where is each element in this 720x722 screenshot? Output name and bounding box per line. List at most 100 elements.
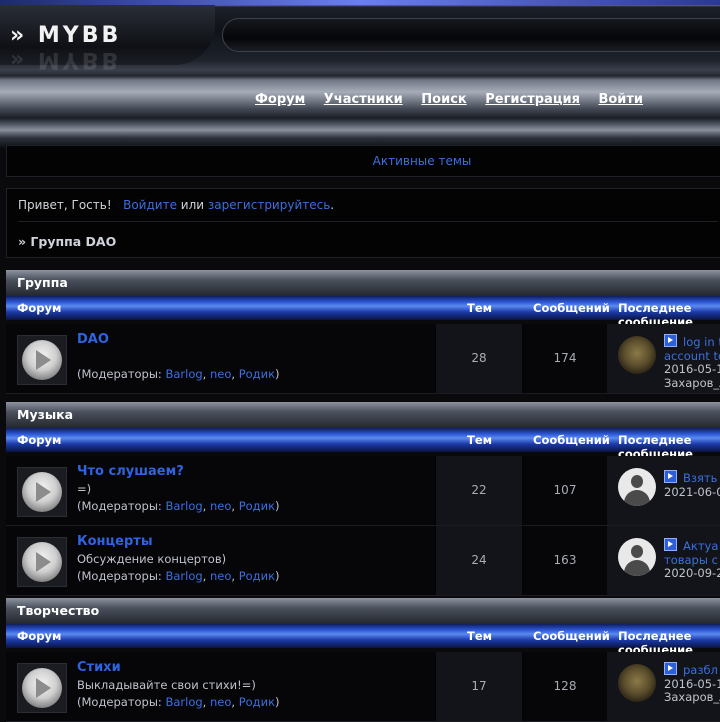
moderator-link[interactable]: Barlog [165,569,202,583]
last-post-date: 2020-09-2 [664,566,720,580]
col-forum: Форум [17,301,62,315]
go-to-post-icon[interactable] [664,662,677,675]
moderator-link[interactable]: neo [210,367,231,381]
nav-login-link[interactable]: Войти [598,92,643,107]
forum-name[interactable]: DAO [77,332,109,347]
last-post: разбл 2016-05-1 Захаров_А [607,652,720,721]
last-post: log in t account to 2016-05-1 Захаров_А [607,324,720,393]
site-logo[interactable]: » MYBB [10,23,121,48]
site-header: » MYBB » MYBB Форум Участники Поиск Реги… [0,0,720,148]
column-header: Форум Тем Сообщений Последнее сообщение [6,296,720,329]
topics-count: 22 [436,456,522,525]
messages-count: 174 [523,324,607,393]
forum-row: Что слушаем? =) (Модераторы: Barlog, neo… [6,456,720,526]
last-post-date: 2016-05-1 [664,362,720,376]
forum-name[interactable]: Концерты [77,534,153,549]
nav-register-link[interactable]: Регистрация [485,92,580,107]
topics-count: 28 [436,324,522,393]
column-header: Форум Тем Сообщений Последнее сообщение [6,624,720,657]
last-post-date: 2016-05-1 [664,676,720,691]
logo-area[interactable]: » MYBB » MYBB [0,5,215,72]
forum-name[interactable]: Что слушаем? [77,464,184,479]
moderators-label: (Модераторы: [77,367,162,381]
active-topics-link[interactable]: Активные темы [263,154,472,168]
user-avatar[interactable] [618,468,656,506]
messages-count: 107 [523,456,607,525]
go-to-post-icon[interactable] [664,334,677,347]
last-post-link[interactable]: Взять [683,471,717,485]
nav-search-link[interactable]: Поиск [421,92,466,107]
moderator-link[interactable]: neo [210,695,231,709]
last-post-link-cont[interactable]: товары с [664,553,718,567]
go-to-post-icon[interactable] [664,470,677,483]
forum-play-icon [17,335,67,385]
period-text: . [330,198,335,212]
forum-description: =) [77,482,92,496]
last-post-link[interactable]: разбл [683,663,718,677]
forum-row: Концерты Обсуждение концертов) (Модерато… [6,526,720,596]
moderators-label: (Модераторы: [77,569,162,583]
moderators: (Модераторы: Barlog, neo, Родик) [77,367,280,381]
header-search-bar[interactable] [222,18,720,52]
moderator-link[interactable]: Родик [239,499,275,513]
moderator-link[interactable]: Barlog [165,695,202,709]
forum-description: Обсуждение концертов) [77,552,227,566]
last-post-author[interactable]: Захаров_А [664,376,720,390]
col-topics: Тем [467,433,493,447]
last-post-info: Актуа товары с 2020-09-2 [664,538,720,581]
moderators-label: (Модераторы: [77,499,162,513]
moderator-link[interactable]: Родик [239,569,275,583]
forum-play-icon [17,537,67,587]
site-logo-reflection: » MYBB [10,47,122,72]
last-post-link[interactable]: Актуа [683,539,718,553]
welcome-box: Привет, Гость! Войдите или зарегистрируй… [6,188,720,258]
moderators: (Модераторы: Barlog, neo, Родик) [77,695,280,709]
forum-description: Выкладывайте свои стихи!=) [77,678,256,692]
category-music: Музыка Форум Тем Сообщений Последнее соо… [6,402,720,596]
category-title[interactable]: Музыка [6,402,720,428]
topics-count: 17 [436,652,522,721]
login-link[interactable]: Войдите [123,198,177,212]
col-topics: Тем [467,301,493,315]
forum-name[interactable]: Стихи [77,660,121,675]
moderator-link[interactable]: Barlog [165,499,202,513]
col-forum: Форум [17,433,62,447]
col-messages: Сообщений [533,433,610,447]
breadcrumb[interactable]: » Группа DAO [18,234,116,249]
user-avatar[interactable] [618,538,656,576]
forum-info: Концерты Обсуждение концертов) (Модерато… [6,526,435,595]
nav-users-link[interactable]: Участники [324,92,403,107]
active-topics-bar: Активные темы [6,145,720,177]
last-post-author[interactable]: Захаров_А [664,690,720,704]
messages-count: 163 [523,526,607,595]
moderator-link[interactable]: Родик [239,367,275,381]
column-header: Форум Тем Сообщений Последнее сообщение [6,428,720,461]
last-post-info: Взять 2021-06-0 [664,470,720,499]
forum-row: DAO (Модераторы: Barlog, neo, Родик) 28 … [6,324,720,394]
category-title[interactable]: Творчество [6,598,720,624]
topics-count: 24 [436,526,522,595]
category-title[interactable]: Группа [6,270,720,296]
moderator-link[interactable]: neo [210,569,231,583]
moderator-link[interactable]: Barlog [165,367,202,381]
last-post-info: log in t account to 2016-05-1 Захаров_А [664,334,720,390]
forum-info: Что слушаем? =) (Модераторы: Barlog, neo… [6,456,435,525]
nav-forum-link[interactable]: Форум [255,92,305,107]
forum-row: Стихи Выкладывайте свои стихи!=) (Модера… [6,652,720,722]
main-navigation: Форум Участники Поиск Регистрация Войти [255,92,657,107]
forum-info: Стихи Выкладывайте свои стихи!=) (Модера… [6,652,435,721]
user-avatar[interactable] [618,336,656,374]
forum-play-icon [17,467,67,517]
go-to-post-icon[interactable] [664,538,677,551]
moderator-link[interactable]: neo [210,499,231,513]
last-post-link[interactable]: log in t [683,335,720,349]
category-group: Группа Форум Тем Сообщений Последнее соо… [6,270,720,394]
moderators-label: (Модераторы: [77,695,162,709]
register-link[interactable]: зарегистрируйтесь [208,198,330,212]
col-messages: Сообщений [533,629,610,643]
col-topics: Тем [467,629,493,643]
user-avatar[interactable] [618,664,656,702]
messages-count: 128 [523,652,607,721]
moderator-link[interactable]: Родик [239,695,275,709]
last-post-link-cont[interactable]: account to [664,349,720,363]
